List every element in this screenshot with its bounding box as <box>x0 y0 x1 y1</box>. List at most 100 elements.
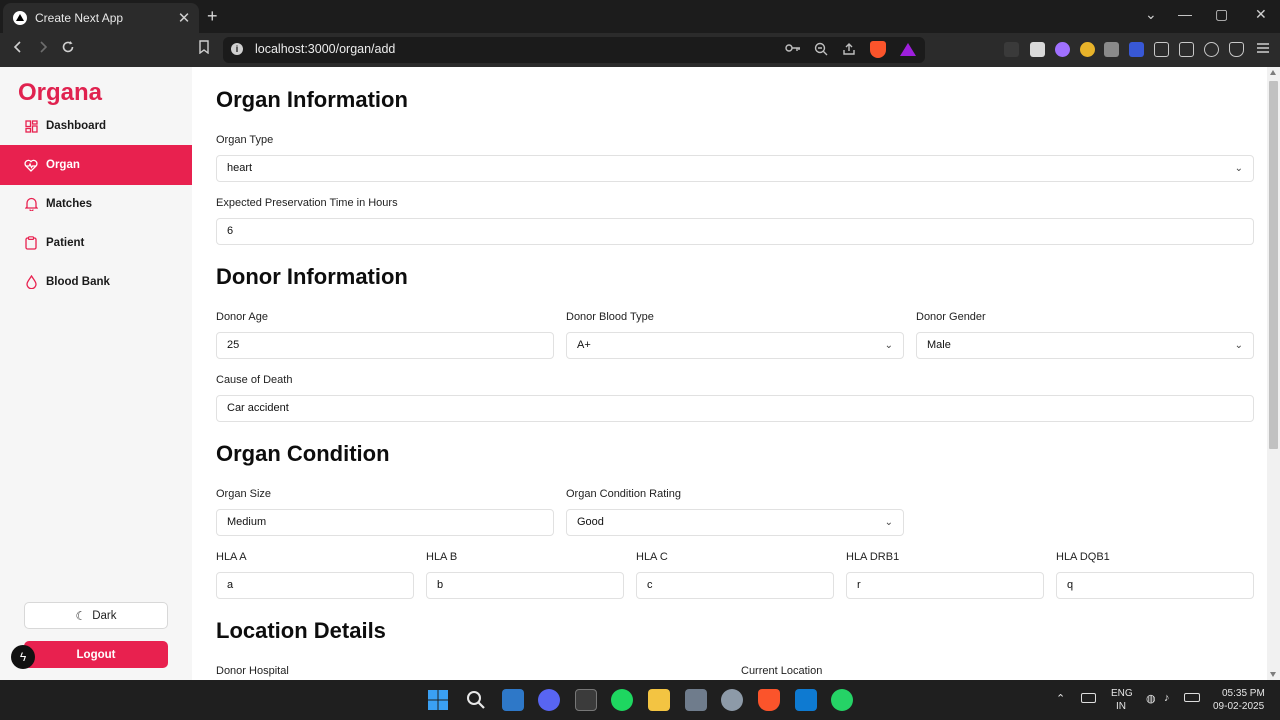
share-icon[interactable] <box>841 42 857 58</box>
language-bottom[interactable]: IN <box>1116 701 1126 712</box>
network-globe-icon[interactable]: ◍ <box>1146 692 1156 705</box>
terminal-app-icon[interactable] <box>575 689 597 711</box>
tab-search-chevron-icon[interactable]: ⌄ <box>1145 6 1157 23</box>
extension-qr-icon[interactable] <box>1104 42 1119 57</box>
vscode-app-icon[interactable] <box>795 689 817 711</box>
extension-bulb-icon[interactable] <box>1004 42 1019 57</box>
organ-type-select[interactable]: heart ⌄ <box>216 155 1254 182</box>
hla-a-label: HLA A <box>216 551 247 563</box>
donor-age-label: Donor Age <box>216 311 268 323</box>
hla-dqb1-label: HLA DQB1 <box>1056 551 1110 563</box>
wallet-icon[interactable] <box>1179 42 1194 57</box>
donor-age-input[interactable]: 25 <box>216 332 554 359</box>
tab-title: Create Next App <box>35 11 124 25</box>
tray-chevron-up-icon[interactable]: ⌃ <box>1056 692 1065 705</box>
sidebar-item-label: Matches <box>46 198 93 210</box>
discord-app-icon[interactable] <box>538 689 560 711</box>
key-icon[interactable] <box>785 42 801 58</box>
battery-icon[interactable] <box>1184 693 1200 702</box>
preservation-time-input[interactable]: 6 <box>216 218 1254 245</box>
spotify-app-icon[interactable] <box>611 689 633 711</box>
keyboard-icon[interactable] <box>1081 693 1096 703</box>
leo-ai-icon[interactable] <box>1204 42 1219 57</box>
sidebar-item-patient[interactable]: Patient <box>0 223 192 263</box>
browser-tab[interactable]: Create Next App ✕ <box>3 3 199 33</box>
sidebar-item-label: Patient <box>46 237 85 249</box>
tab-close-icon[interactable]: ✕ <box>177 9 191 27</box>
bookmark-button[interactable] <box>194 40 214 60</box>
address-bar[interactable]: i localhost:3000/organ/add <box>223 37 925 63</box>
reload-button[interactable] <box>58 40 78 60</box>
windows-taskbar: ⌃ ENG IN ◍ ♪ 05:35 PM 09-02-2025 <box>0 680 1280 720</box>
extension-coin-icon[interactable] <box>1080 42 1095 57</box>
scroll-up-arrow-icon[interactable] <box>1270 70 1276 75</box>
sidebar-item-matches[interactable]: Matches <box>0 184 192 224</box>
site-info-icon[interactable]: i <box>231 43 243 55</box>
volume-icon[interactable]: ♪ <box>1164 692 1170 704</box>
new-tab-button[interactable]: + <box>207 6 218 27</box>
donor-hospital-label: Donor Hospital <box>216 665 289 677</box>
clock-time[interactable]: 05:35 PM <box>1222 688 1265 699</box>
hla-a-input[interactable]: a <box>216 572 414 599</box>
sidebar-item-blood-bank[interactable]: Blood Bank <box>0 262 192 302</box>
vpn-shield-icon[interactable] <box>1229 42 1244 57</box>
organ-condition-rating-select[interactable]: Good ⌄ <box>566 509 904 536</box>
url-text[interactable]: localhost:3000/organ/add <box>255 42 395 56</box>
chevron-down-icon: ⌄ <box>1234 340 1243 351</box>
extension-calendar-icon[interactable] <box>1030 42 1045 57</box>
settings-gear-icon[interactable] <box>721 689 743 711</box>
hla-dqb1-input[interactable]: q <box>1056 572 1254 599</box>
cause-of-death-label: Cause of Death <box>216 374 293 386</box>
brand-logo-text[interactable]: Organa <box>18 79 102 107</box>
brave-shields-icon[interactable] <box>870 41 886 58</box>
browser-toolbar: i localhost:3000/organ/add <box>0 33 1280 67</box>
photos-app-icon[interactable] <box>502 689 524 711</box>
brave-rewards-icon[interactable] <box>900 43 916 56</box>
close-window-button[interactable]: ✕ <box>1255 6 1267 23</box>
menu-icon[interactable] <box>1253 40 1273 60</box>
extensions-puzzle-icon[interactable] <box>1154 42 1169 57</box>
search-icon[interactable] <box>465 689 487 711</box>
chevron-down-icon: ⌄ <box>884 340 893 351</box>
donor-blood-type-select[interactable]: A+ ⌄ <box>566 332 904 359</box>
chevron-down-icon: ⌄ <box>884 517 893 528</box>
language-top[interactable]: ENG <box>1111 688 1133 699</box>
scrollbar-thumb[interactable] <box>1269 81 1278 449</box>
moon-icon: ☾ <box>75 608 87 623</box>
sidebar-item-organ[interactable]: Organ <box>0 145 192 185</box>
whatsapp-app-icon[interactable] <box>831 689 853 711</box>
hla-c-input[interactable]: c <box>636 572 834 599</box>
sidebar-item-dashboard[interactable]: Dashboard <box>0 106 192 146</box>
windows-start-icon[interactable] <box>427 689 449 711</box>
donor-gender-select[interactable]: Male ⌄ <box>916 332 1254 359</box>
organ-size-label: Organ Size <box>216 488 272 500</box>
back-arrow-icon <box>13 41 21 53</box>
brave-browser-icon[interactable] <box>758 689 780 711</box>
organ-condition-rating-value: Good <box>577 516 604 528</box>
clock-date[interactable]: 09-02-2025 <box>1213 701 1264 712</box>
dark-mode-toggle[interactable]: ☾ Dark <box>24 602 168 629</box>
scroll-down-arrow-icon[interactable] <box>1270 672 1276 677</box>
hla-b-label: HLA B <box>426 551 458 563</box>
camera-app-icon[interactable] <box>685 689 707 711</box>
web-page: Organa Dashboard Organ Matches Patient B… <box>0 67 1280 680</box>
page-scrollbar[interactable] <box>1267 67 1280 680</box>
organ-size-input[interactable]: Medium <box>216 509 554 536</box>
section-heading-donor-information: Donor Information <box>216 264 408 289</box>
maximize-button[interactable]: ▢ <box>1215 6 1228 23</box>
hla-b-input[interactable]: b <box>426 572 624 599</box>
nextjs-dev-tools-icon[interactable]: ϟ <box>11 645 35 669</box>
minimize-button[interactable]: — <box>1178 6 1192 22</box>
file-explorer-icon[interactable] <box>648 689 670 711</box>
forward-button[interactable] <box>33 40 53 60</box>
hla-drb1-input[interactable]: r <box>846 572 1044 599</box>
extension-palette-icon[interactable] <box>1055 42 1070 57</box>
cause-of-death-input[interactable]: Car accident <box>216 395 1254 422</box>
heart-pulse-icon <box>24 158 38 172</box>
sidebar-item-label: Blood Bank <box>46 276 110 288</box>
extension-capture-icon[interactable] <box>1129 42 1144 57</box>
back-button[interactable] <box>8 40 28 60</box>
logout-button[interactable]: Logout <box>24 641 168 668</box>
zoom-icon[interactable] <box>813 42 829 58</box>
section-heading-organ-condition: Organ Condition <box>216 441 390 466</box>
